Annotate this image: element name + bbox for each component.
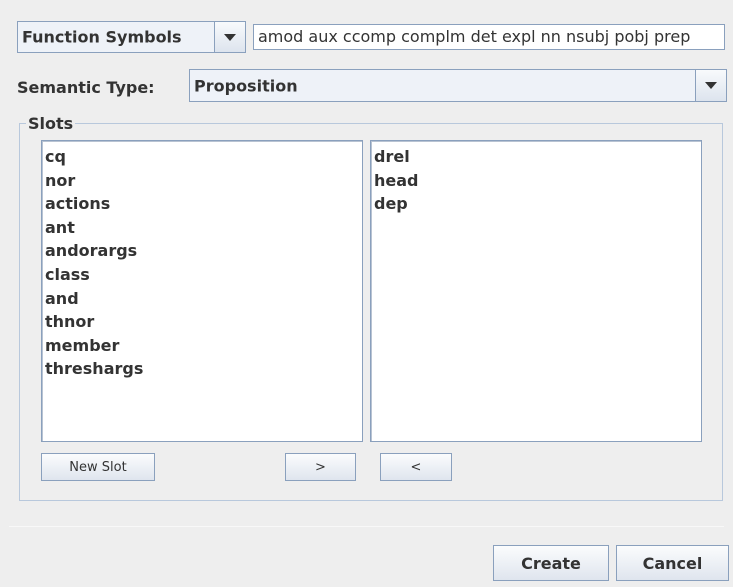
function-symbols-dropdown-button[interactable] bbox=[214, 22, 245, 52]
cancel-button[interactable]: Cancel bbox=[616, 545, 729, 581]
semantic-type-dropdown-button[interactable] bbox=[695, 70, 726, 101]
create-button[interactable]: Create bbox=[493, 545, 609, 581]
list-item[interactable]: class bbox=[45, 263, 362, 287]
move-right-button[interactable]: > bbox=[285, 453, 356, 481]
list-item[interactable]: cq bbox=[45, 145, 362, 169]
list-item[interactable]: thnor bbox=[45, 310, 362, 334]
list-item[interactable]: nor bbox=[45, 169, 362, 193]
selected-slots-list[interactable]: drel head dep bbox=[370, 140, 702, 442]
chevron-down-icon bbox=[705, 82, 717, 89]
new-slot-button[interactable]: New Slot bbox=[41, 453, 155, 481]
function-symbols-field[interactable]: amod aux ccomp complm det expl nn nsubj … bbox=[253, 24, 725, 50]
list-item[interactable]: actions bbox=[45, 192, 362, 216]
chevron-down-icon bbox=[224, 33, 236, 41]
available-slots-list[interactable]: cq nor actions ant andorargs class and thnor mem… bbox=[41, 140, 363, 442]
function-symbols-combo[interactable]: Function Symbols bbox=[17, 21, 246, 53]
list-item[interactable]: ant bbox=[45, 216, 362, 240]
function-symbols-combo-label: Function Symbols bbox=[22, 27, 182, 47]
list-item[interactable]: andorargs bbox=[45, 239, 362, 263]
list-item[interactable]: threshargs bbox=[45, 357, 362, 381]
list-item[interactable]: drel bbox=[374, 145, 701, 169]
semantic-type-value: Proposition bbox=[194, 76, 298, 95]
slots-title: Slots bbox=[26, 114, 76, 133]
list-item[interactable]: head bbox=[374, 169, 701, 193]
list-item[interactable]: dep bbox=[374, 192, 701, 216]
separator bbox=[9, 526, 724, 527]
semantic-type-combo[interactable]: Proposition bbox=[189, 69, 727, 102]
move-left-button[interactable]: < bbox=[380, 453, 452, 481]
semantic-type-label: Semantic Type: bbox=[17, 78, 155, 97]
list-item[interactable]: member bbox=[45, 334, 362, 358]
list-item[interactable]: and bbox=[45, 287, 362, 311]
